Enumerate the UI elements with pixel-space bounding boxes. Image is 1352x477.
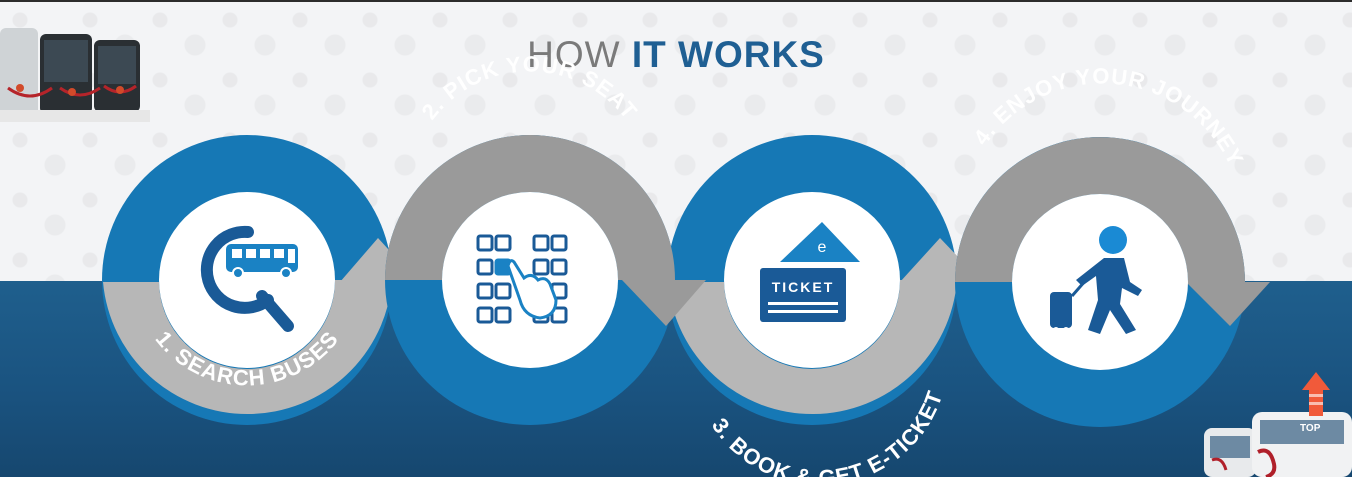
step-2-label: 2. PICK YOUR SEAT: [417, 51, 643, 124]
ticket-letter: e: [818, 239, 827, 256]
bus-group-image: [0, 28, 150, 122]
ticket-text: TICKET: [772, 279, 835, 295]
how-it-works-section: HOW IT WORKS e TICKET 1. SEARCH BUSES 2.…: [0, 0, 1352, 477]
step-1-inner: [159, 192, 335, 368]
scroll-top-label[interactable]: TOP: [1300, 423, 1320, 434]
steps-graphic: e TICKET 1. SEARCH BUSES 2. PICK YOUR SE…: [0, 28, 1352, 477]
